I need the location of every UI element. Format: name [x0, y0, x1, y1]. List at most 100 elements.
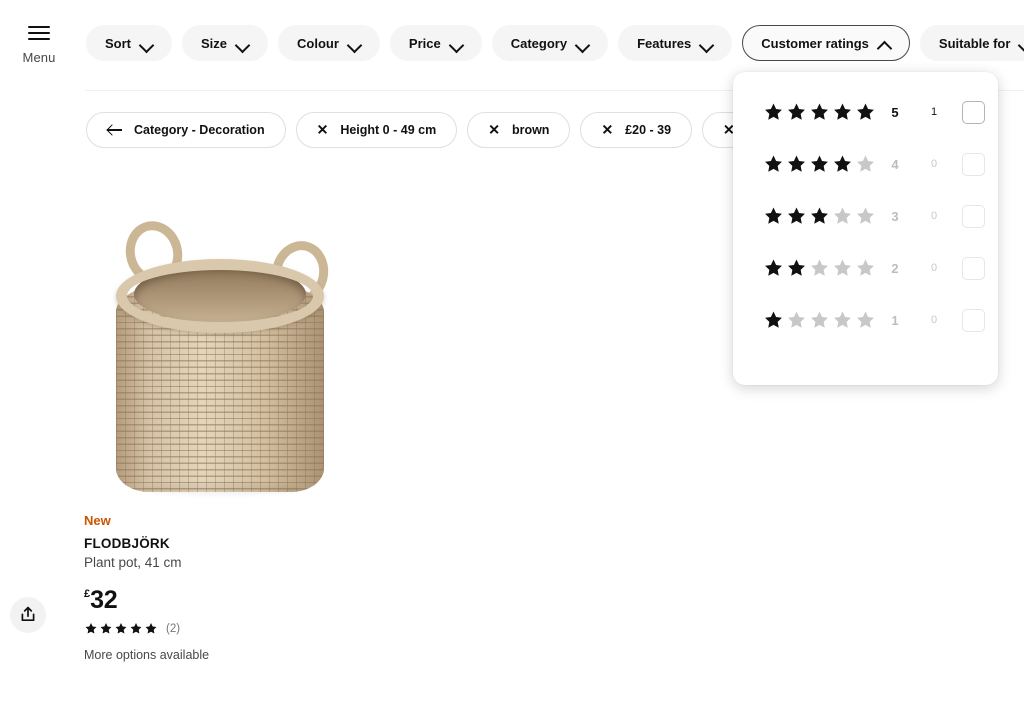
rating-checkbox: [962, 256, 985, 280]
basket-shadow: [142, 483, 300, 495]
filter-button-price[interactable]: Price: [389, 25, 482, 61]
rating-stars: [763, 258, 876, 278]
star-icon: [834, 155, 851, 172]
product-listing-page: Menu Sort Size Colour Price Category Features…: [0, 0, 1024, 720]
star-icon: [765, 311, 782, 328]
product-price: £32: [84, 588, 374, 613]
product-star-rating: [84, 622, 158, 635]
filter-chip-label: brown: [511, 123, 550, 137]
rating-count: 0: [930, 262, 938, 274]
star-icon: [765, 259, 782, 276]
rating-stars: [763, 310, 876, 330]
rating-filter-row[interactable]: 51: [733, 86, 998, 138]
rating-count: 0: [930, 210, 938, 222]
chevron-down-icon: [140, 37, 153, 50]
filter-button-label: Sort: [105, 35, 131, 51]
star-icon: [834, 311, 851, 328]
rating-stars: [763, 102, 876, 122]
star-icon: [85, 622, 97, 634]
price-amount: 32: [90, 586, 118, 614]
filter-button-label: Suitable for: [938, 35, 1011, 51]
filter-chip[interactable]: ✕ brown: [467, 112, 571, 148]
chevron-down-icon: [450, 37, 463, 50]
filter-button-sort[interactable]: Sort: [86, 25, 172, 61]
rating-value: 5: [891, 104, 899, 120]
basket-illustration: [102, 215, 337, 502]
rating-filter-row: 10: [733, 294, 998, 346]
share-button[interactable]: [10, 597, 46, 633]
rating-stars: [763, 206, 876, 226]
rating-value: 1: [891, 312, 899, 328]
filter-button-category[interactable]: Category: [491, 25, 609, 61]
close-icon: ✕: [601, 121, 614, 138]
star-icon: [100, 622, 112, 634]
filter-button-label: Features: [637, 35, 692, 51]
star-icon: [857, 155, 874, 172]
star-icon: [788, 259, 805, 276]
rating-stars: [763, 154, 876, 174]
product-name: FLODBJÖRK: [84, 536, 170, 551]
filter-button-suitable-for[interactable]: Suitable for: [919, 25, 1024, 61]
filter-chip[interactable]: ✕ Height 0 - 49 cm: [295, 112, 458, 148]
rating-checkbox[interactable]: [962, 100, 985, 124]
rating-value: 2: [891, 260, 899, 276]
filter-bar: Sort Size Colour Price Category Features Custo…: [86, 25, 1024, 61]
star-icon: [765, 103, 782, 120]
rating-count: 0: [930, 314, 938, 326]
chevron-down-icon: [236, 37, 249, 50]
chevron-up-icon: [878, 37, 891, 50]
rating-count: 1: [930, 106, 938, 118]
chevron-down-icon: [1019, 37, 1024, 50]
star-icon: [145, 622, 157, 634]
filter-chip-label: Height 0 - 49 cm: [340, 123, 437, 137]
rating-checkbox: [962, 308, 985, 332]
star-icon: [857, 103, 874, 120]
star-icon: [811, 207, 828, 224]
basket-rim: [116, 259, 324, 333]
star-icon: [130, 622, 142, 634]
chevron-down-icon: [348, 37, 361, 50]
rating-count: 0: [930, 158, 938, 170]
product-rating[interactable]: (2): [84, 622, 374, 635]
filter-chip[interactable]: ✕ £20 - 39: [580, 112, 693, 148]
hamburger-icon: [28, 26, 50, 42]
rating-checkbox: [962, 152, 985, 176]
menu-label: Menu: [22, 50, 56, 65]
review-count: (2): [166, 622, 181, 635]
filter-button-features[interactable]: Features: [618, 25, 733, 61]
close-icon: ✕: [488, 121, 500, 138]
rating-filter-row: 30: [733, 190, 998, 242]
filter-chip[interactable]: Category - Decoration: [86, 112, 286, 148]
star-icon: [811, 155, 828, 172]
star-icon: [788, 155, 805, 172]
star-icon: [857, 311, 874, 328]
rating-value: 4: [891, 156, 899, 172]
star-icon: [857, 259, 874, 276]
arrow-left-icon: [107, 124, 122, 136]
star-icon: [834, 103, 851, 120]
rating-checkbox: [962, 204, 985, 228]
star-icon: [765, 207, 782, 224]
product-image[interactable]: [84, 205, 374, 505]
filter-button-label: Price: [408, 35, 441, 51]
star-icon: [857, 207, 874, 224]
new-badge: New: [84, 513, 111, 528]
filter-button-colour[interactable]: Colour: [278, 25, 380, 61]
filter-chip-label: Category - Decoration: [134, 123, 265, 137]
filter-button-label: Category: [510, 35, 568, 51]
product-card[interactable]: New FLODBJÖRK Plant pot, 41 cm £32 (2) M…: [84, 205, 374, 662]
close-icon: ✕: [316, 121, 329, 138]
rating-value: 3: [891, 208, 899, 224]
chevron-down-icon: [700, 37, 713, 50]
filter-button-size[interactable]: Size: [182, 25, 269, 61]
product-description: Plant pot, 41 cm: [84, 555, 182, 570]
filter-button-label: Colour: [297, 35, 339, 51]
star-icon: [811, 259, 828, 276]
filter-button-customer-ratings[interactable]: Customer ratings: [742, 25, 910, 61]
menu-button[interactable]: Menu: [10, 26, 68, 65]
filter-button-label: Size: [201, 35, 228, 51]
filter-chip-label: £20 - 39: [625, 123, 672, 137]
star-icon: [765, 155, 782, 172]
rating-filter-row: 20: [733, 242, 998, 294]
star-icon: [834, 207, 851, 224]
